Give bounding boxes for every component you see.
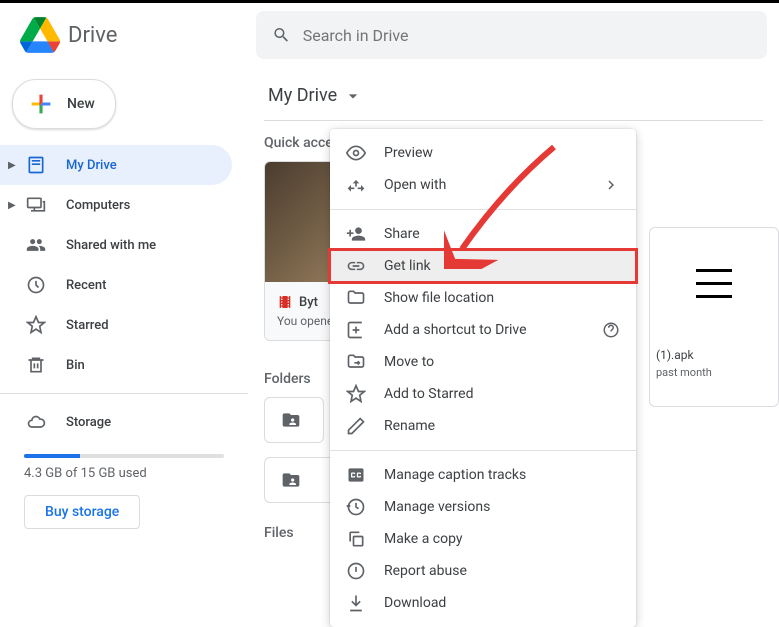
alert-icon [346, 561, 366, 581]
menu-label: Share [384, 226, 420, 242]
file-thumbnail-icon [696, 269, 732, 298]
divider [264, 120, 763, 121]
menu-label: Manage versions [384, 499, 490, 515]
menu-label: Download [384, 595, 446, 611]
sidebar-item-label: My Drive [66, 158, 117, 173]
menu-manage-captions[interactable]: Manage caption tracks [330, 459, 636, 491]
storage-section: 4.3 GB of 15 GB used Buy storage [0, 442, 248, 533]
search-input[interactable] [303, 26, 751, 45]
computers-icon [24, 193, 48, 217]
sidebar-item-label: Bin [66, 358, 85, 373]
new-button-label: New [67, 96, 95, 112]
menu-label: Show file location [384, 290, 494, 306]
new-button[interactable]: New [12, 79, 116, 129]
download-icon [346, 593, 366, 613]
starred-icon [24, 313, 48, 337]
sidebar: New ▶ My Drive ▶ Computers Shared with m… [0, 67, 248, 611]
sidebar-item-label: Storage [66, 415, 111, 430]
recent-icon [24, 273, 48, 297]
context-menu: Preview Open with Share Get link Show fi… [330, 129, 636, 627]
menu-report-abuse[interactable]: Report abuse [330, 555, 636, 587]
storage-text: 4.3 GB of 15 GB used [24, 466, 224, 481]
menu-label: Manage caption tracks [384, 467, 526, 483]
person-add-icon [346, 224, 366, 244]
sidebar-item-storage[interactable]: Storage [0, 402, 232, 442]
drive-icon [24, 153, 48, 177]
open-with-icon [346, 175, 366, 195]
shortcut-icon [346, 320, 366, 340]
sidebar-item-label: Starred [66, 318, 109, 333]
menu-preview[interactable]: Preview [330, 137, 636, 169]
breadcrumb-label: My Drive [268, 85, 337, 106]
menu-get-link[interactable]: Get link [330, 250, 636, 282]
menu-label: Report abuse [384, 563, 467, 579]
help-icon[interactable] [602, 321, 620, 339]
chevron-down-icon [343, 86, 363, 106]
sidebar-item-my-drive[interactable]: ▶ My Drive [0, 145, 232, 185]
cc-icon [346, 465, 366, 485]
sidebar-item-starred[interactable]: Starred [0, 305, 232, 345]
menu-label: Get link [384, 258, 431, 274]
menu-share[interactable]: Share [330, 218, 636, 250]
sidebar-item-label: Computers [66, 198, 130, 213]
plus-icon [27, 90, 55, 118]
menu-move-to[interactable]: Move to [330, 346, 636, 378]
star-icon [346, 384, 366, 404]
history-icon [346, 497, 366, 517]
menu-open-with[interactable]: Open with [330, 169, 636, 201]
menu-label: Move to [384, 354, 434, 370]
bin-icon [24, 353, 48, 377]
search-icon [272, 25, 291, 45]
link-icon [346, 256, 366, 276]
menu-make-copy[interactable]: Make a copy [330, 523, 636, 555]
menu-label: Add to Starred [384, 386, 473, 402]
menu-label: Make a copy [384, 531, 463, 547]
menu-show-location[interactable]: Show file location [330, 282, 636, 314]
copy-icon [346, 529, 366, 549]
sidebar-item-bin[interactable]: Bin [0, 345, 232, 385]
menu-rename[interactable]: Rename [330, 410, 636, 442]
buy-storage-button[interactable]: Buy storage [24, 495, 140, 529]
storage-bar [24, 454, 224, 458]
menu-label: Add a shortcut to Drive [384, 322, 527, 338]
header: Drive [0, 3, 779, 67]
sidebar-item-shared[interactable]: Shared with me [0, 225, 232, 265]
search-bar[interactable] [256, 11, 767, 59]
menu-add-shortcut[interactable]: Add a shortcut to Drive [330, 314, 636, 346]
menu-label: Preview [384, 145, 433, 161]
file-subtitle: past month [656, 366, 772, 379]
app-title: Drive [68, 23, 117, 48]
chevron-right-icon [602, 176, 620, 194]
menu-add-starred[interactable]: Add to Starred [330, 378, 636, 410]
menu-manage-versions[interactable]: Manage versions [330, 491, 636, 523]
quick-card-name: Byt [299, 295, 318, 310]
folder-chip[interactable] [264, 397, 324, 443]
drive-logo-icon [20, 15, 60, 55]
move-icon [346, 352, 366, 372]
video-file-icon [277, 294, 293, 310]
menu-label: Open with [384, 177, 446, 193]
shared-icon [24, 233, 48, 257]
breadcrumb[interactable]: My Drive [264, 75, 763, 120]
pencil-icon [346, 416, 366, 436]
cloud-icon [24, 410, 48, 434]
sidebar-item-computers[interactable]: ▶ Computers [0, 185, 232, 225]
folder-icon [346, 288, 366, 308]
sidebar-item-recent[interactable]: Recent [0, 265, 232, 305]
menu-label: Rename [384, 418, 435, 434]
shared-folder-icon [281, 410, 301, 430]
chevron-right-icon: ▶ [8, 200, 20, 211]
divider [0, 393, 248, 394]
chevron-right-icon: ▶ [8, 160, 20, 171]
shared-folder-icon [281, 470, 301, 490]
menu-download[interactable]: Download [330, 587, 636, 619]
file-card[interactable]: (1).apk past month [649, 227, 779, 407]
sidebar-item-label: Recent [66, 278, 106, 293]
divider [330, 209, 636, 210]
file-name: (1).apk [656, 348, 772, 362]
logo-area[interactable]: Drive [8, 15, 256, 55]
divider [330, 450, 636, 451]
sidebar-item-label: Shared with me [66, 238, 156, 253]
eye-icon [346, 143, 366, 163]
